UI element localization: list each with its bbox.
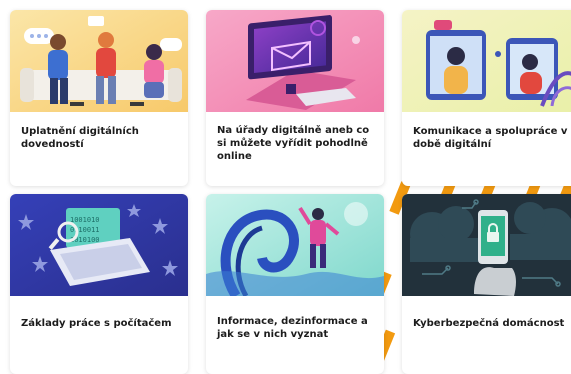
course-title[interactable]: Informace, dezinformace a jak se v nich … bbox=[217, 315, 376, 341]
laptop-eu-stars-icon: 1001010 0110011 1010100 bbox=[10, 194, 188, 296]
smartphone-lock-icon bbox=[402, 194, 571, 296]
course-title[interactable]: Komunikace a spolupráce v době digitální bbox=[413, 125, 571, 151]
person-in-wave-icon bbox=[206, 194, 384, 296]
course-card-digital-skills[interactable]: Uplatnění digitálních dovedností bbox=[10, 10, 188, 186]
people-on-sofa-icon bbox=[10, 10, 188, 112]
course-card-disinformation[interactable]: Informace, dezinformace a jak se v nich … bbox=[206, 194, 384, 374]
course-title[interactable]: Uplatnění digitálních dovedností bbox=[21, 125, 180, 151]
course-title[interactable]: Základy práce s počítačem bbox=[21, 317, 180, 330]
course-card-cybersecurity[interactable]: Kyberbezpečná domácnost bbox=[402, 194, 571, 374]
course-card-online-offices[interactable]: Na úřady digitálně aneb co si můžete vyř… bbox=[206, 10, 384, 186]
computer-email-icon bbox=[206, 10, 384, 112]
course-title[interactable]: Kyberbezpečná domácnost bbox=[413, 317, 571, 330]
course-card-computer-basics[interactable]: 1001010 0110011 1010100 Základy práce s … bbox=[10, 194, 188, 374]
svg-text:1001010: 1001010 bbox=[70, 216, 100, 224]
course-card-communication[interactable]: Komunikace a spolupráce v době digitální bbox=[402, 10, 571, 186]
video-call-icon bbox=[402, 10, 571, 112]
course-title[interactable]: Na úřady digitálně aneb co si můžete vyř… bbox=[217, 124, 376, 163]
